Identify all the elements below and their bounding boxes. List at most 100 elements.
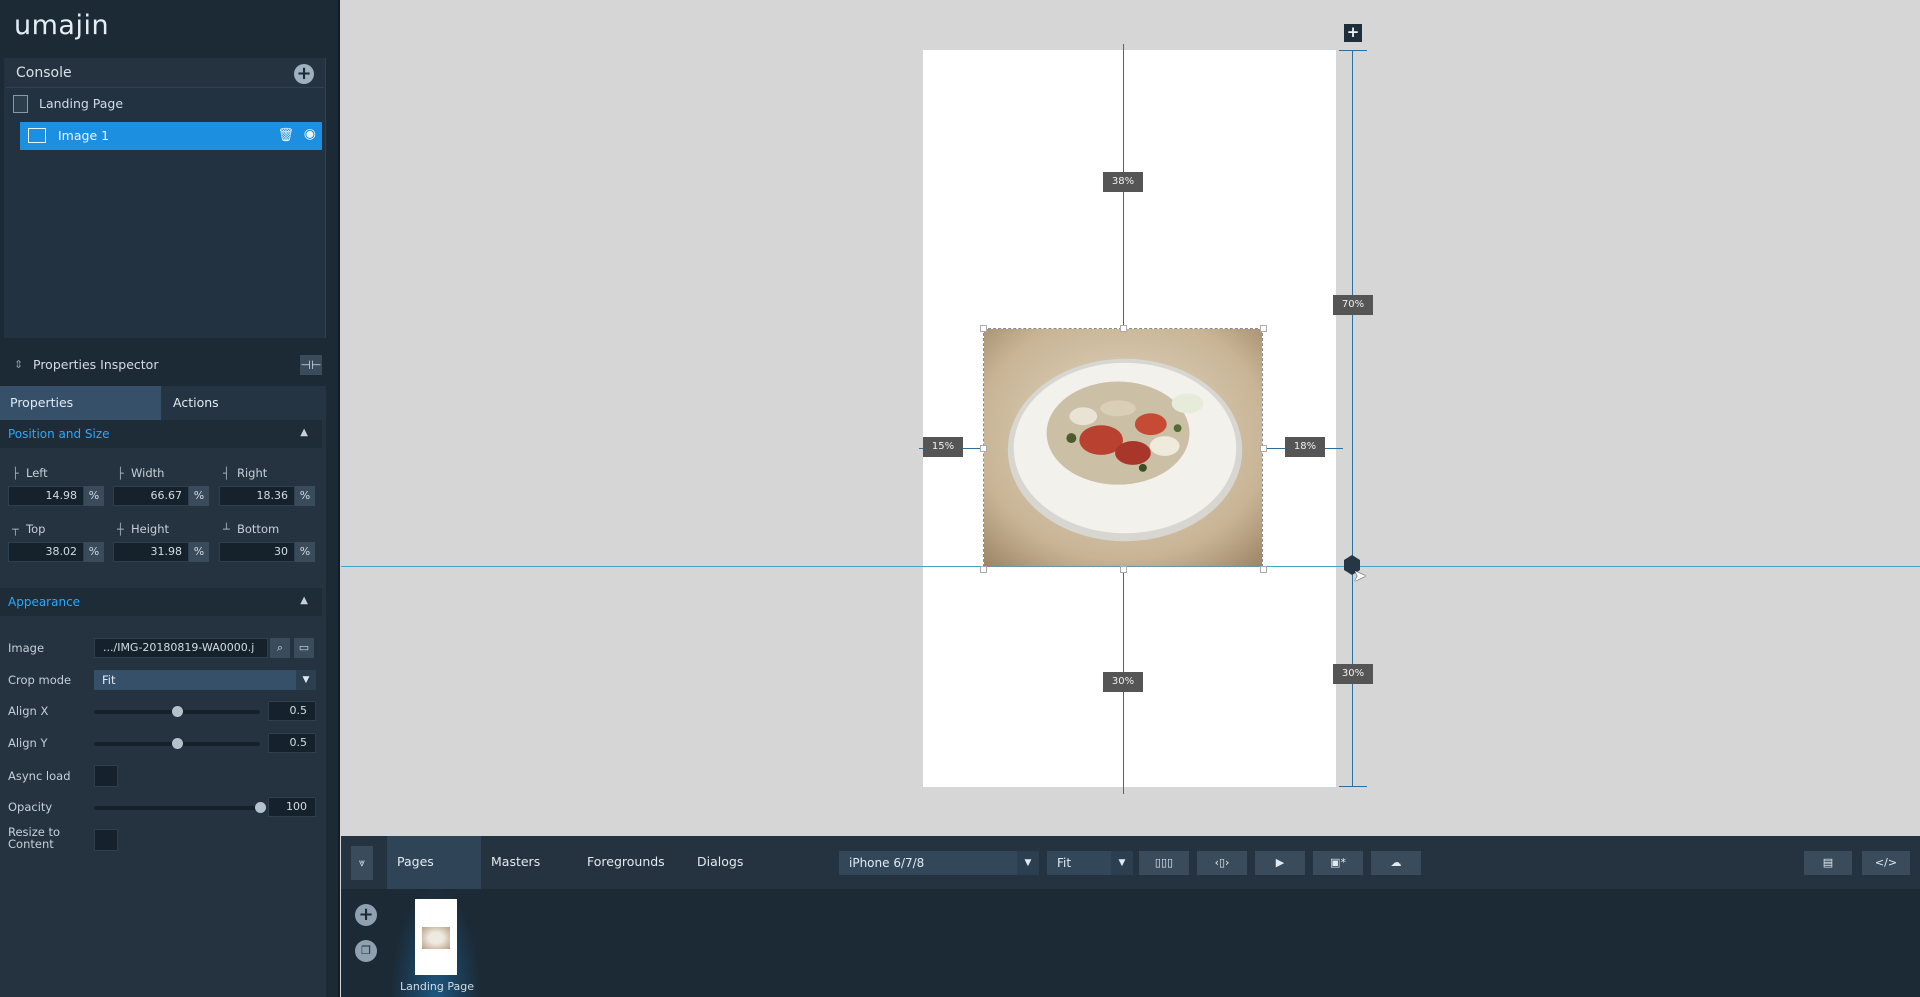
resize-handle-top-right[interactable] [1260,325,1267,332]
left-distance-label: 15% [923,437,963,457]
resize-handle-top-left[interactable] [980,325,987,332]
mouse-cursor-icon: ➤ [1353,566,1367,585]
trash-icon[interactable]: 🗑 [277,128,294,143]
tab-pages[interactable]: Pages [387,836,481,889]
resize-handle-left[interactable] [980,445,987,452]
tab-properties[interactable]: Properties [0,386,161,420]
add-page-icon[interactable]: + [355,904,377,926]
resize-to-content-checkbox[interactable] [94,829,118,851]
collapse-caret-icon[interactable]: ▲ [300,595,308,606]
top-field-label: ┬ Top [12,522,46,536]
collapse-panel-icon[interactable]: ⩔ [351,846,373,880]
zoom-select[interactable]: Fit ▼ [1047,851,1133,875]
rotate-device-icon[interactable]: ‹▯› [1197,851,1247,875]
document-icon [13,95,28,113]
opacity-slider-thumb[interactable] [255,802,266,813]
chevron-down-icon[interactable]: ▼ [296,670,316,690]
position-size-section-header[interactable]: Position and Size ▲ [0,420,322,448]
crop-mode-select[interactable]: Fit ▼ [94,670,316,690]
width-icon: ├ [117,467,124,480]
bottom-unit-button[interactable]: % [295,542,315,562]
right-field-label: ┤ Right [223,466,268,480]
collapse-caret-icon[interactable]: ▲ [300,427,308,438]
top-input[interactable]: 38.02 [8,542,84,562]
height-field-label: ┼ Height [117,522,170,536]
console-row[interactable]: Console + [6,58,324,88]
resize-handle-top[interactable] [1120,325,1127,332]
height-input[interactable]: 31.98 [113,542,189,562]
search-icon[interactable]: ⌕ [270,638,290,658]
folder-icon[interactable]: ▭ [294,638,314,658]
chevron-down-icon[interactable]: ▼ [1017,851,1039,875]
add-icon[interactable]: + [294,64,314,84]
opacity-label: Opacity [8,800,53,814]
properties-inspector-header: ⇕ Properties Inspector ⊣⊢ [4,350,330,380]
align-x-input[interactable]: 0.5 [268,701,316,721]
align-y-input[interactable]: 0.5 [268,733,316,753]
device-select[interactable]: iPhone 6/7/8 ▼ [839,851,1039,875]
tree-item-label: Landing Page [39,96,124,111]
appearance-section-header[interactable]: Appearance ▲ [0,588,322,616]
align-y-slider-thumb[interactable] [172,738,183,749]
play-icon[interactable]: ▶ [1255,851,1305,875]
width-unit-button[interactable]: % [189,486,209,506]
duplicate-page-icon[interactable]: ❐ [355,940,377,962]
tab-masters[interactable]: Masters [481,836,577,889]
multi-device-icon[interactable]: ▯▯▯ [1139,851,1189,875]
left-edge-icon: ├ [12,467,19,480]
tab-actions[interactable]: Actions [161,386,326,420]
comment-icon[interactable]: ▤ [1804,851,1852,875]
bottom-toolbar: ⩔ Pages Masters Foregrounds Dialogs iPho… [341,836,1920,889]
chevron-down-icon[interactable]: ▼ [1111,851,1133,875]
tree-item-image-1[interactable]: Image 1 🗑 ◉ [20,122,322,150]
drag-handle-icon[interactable]: ⇕ [14,358,23,371]
opacity-input[interactable]: 100 [268,797,316,817]
height-icon: ┼ [117,523,124,536]
bottom-distance-label: 30% [1103,672,1143,692]
thumbnail-image [422,927,450,949]
design-canvas[interactable]: 38% 30% 15% 18% 70% 30% + ➤ [341,0,1920,836]
width-input[interactable]: 66.67 [113,486,189,506]
opacity-slider[interactable] [94,802,266,813]
resize-handle-bottom[interactable] [1120,566,1127,573]
resize-to-content-label: Resize to Content [8,825,61,851]
top-unit-button[interactable]: % [84,542,104,562]
tab-foregrounds[interactable]: Foregrounds [577,836,687,889]
page-thumbnail-label: Landing Page [400,980,474,993]
left-input[interactable]: 14.98 [8,486,84,506]
resize-handle-right[interactable] [1260,445,1267,452]
cloud-upload-icon[interactable]: ☁ [1371,851,1421,875]
right-edge-icon: ┤ [223,467,230,480]
align-x-slider-thumb[interactable] [172,706,183,717]
bottom-input[interactable]: 30 [219,542,295,562]
resize-handle-bottom-left[interactable] [980,566,987,573]
align-y-label: Align Y [8,736,48,750]
align-x-slider[interactable] [94,706,260,717]
tree-item-landing-page[interactable]: Landing Page [10,92,322,116]
height-unit-button[interactable]: % [189,542,209,562]
code-editor-icon[interactable]: </> [1862,851,1910,875]
right-unit-button[interactable]: % [295,486,315,506]
image-path-input[interactable]: .../IMG-20180819-WA0000.j [94,638,268,658]
console-label: Console [16,65,72,81]
top-distance-label: 38% [1103,172,1143,192]
guide-top-tick [1339,50,1367,51]
left-field-label: ├ Left [12,466,48,480]
right-distance-label: 18% [1285,437,1325,457]
tab-dialogs[interactable]: Dialogs [687,836,767,889]
add-guide-icon[interactable]: + [1344,24,1362,42]
page-thumbnail-landing-page[interactable] [415,899,457,975]
resize-handle-bottom-right[interactable] [1260,566,1267,573]
right-input[interactable]: 18.36 [219,486,295,506]
align-y-slider[interactable] [94,738,260,749]
zoom-value: Fit [1057,856,1072,870]
align-x-label: Align X [8,704,49,718]
tab-label: Actions [173,395,219,410]
save-icon[interactable]: ▣* [1313,851,1363,875]
left-unit-button[interactable]: % [84,486,104,506]
crop-mode-value: Fit [102,673,116,687]
eye-icon[interactable]: ◉ [304,126,316,142]
pin-icon[interactable]: ⊣⊢ [300,355,322,375]
async-load-checkbox[interactable] [94,765,118,787]
selected-image-element[interactable] [983,328,1263,567]
